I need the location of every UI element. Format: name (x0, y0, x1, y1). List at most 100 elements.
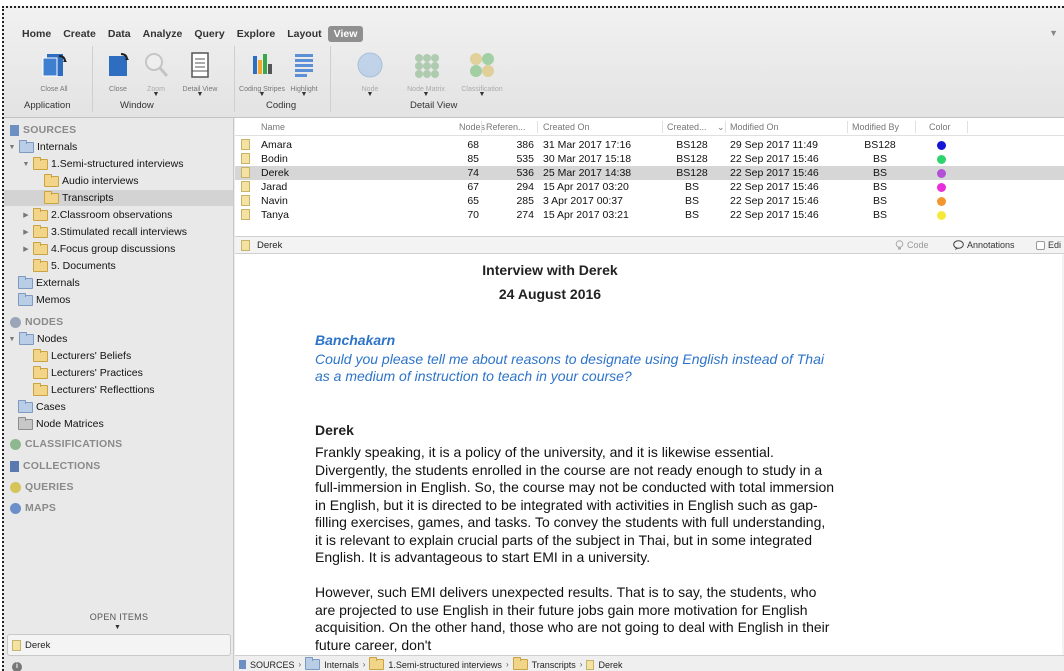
chevron-right-icon: › (505, 660, 509, 669)
tree-item-internals[interactable]: ▼ Internals (8, 139, 77, 155)
cell-modified-on: 22 Sep 2017 15:46 (730, 181, 819, 193)
breadcrumb-semi-structured-interviews[interactable]: 1.Semi-structured interviews (388, 660, 502, 670)
collapsed-triangle-icon[interactable]: ▶ (22, 211, 30, 219)
cell-created-on: 15 Apr 2017 03:20 (543, 181, 629, 193)
ribbon-collapse-icon[interactable]: ▼ (1049, 28, 1058, 38)
document-viewer[interactable]: Interview with Derek 24 August 2016 Banc… (235, 254, 1064, 655)
collections-icon (10, 460, 19, 472)
cell-modified-on: 22 Sep 2017 15:46 (730, 167, 819, 179)
interview-question: Could you please tell me about reasons t… (315, 351, 824, 384)
detail-view-button[interactable]: Detail View ▼ (174, 50, 226, 98)
column-header-modified-on[interactable]: Modified On (730, 122, 779, 132)
document-tab-title: Derek (257, 240, 283, 251)
classifications-section-header[interactable]: CLASSIFICATIONS (10, 438, 122, 450)
collapsed-triangle-icon[interactable]: ▶ (22, 245, 30, 253)
document-icon (241, 195, 250, 206)
info-icon[interactable]: i (12, 662, 22, 671)
sort-chevron-icon[interactable]: ⌄ (717, 122, 725, 133)
tab-create[interactable]: Create (57, 26, 102, 42)
annotations-button[interactable]: Annotations (953, 240, 1015, 250)
folder-icon (18, 292, 33, 306)
breadcrumb-transcripts[interactable]: Transcripts (532, 660, 576, 670)
group-window-label: Window (120, 100, 154, 111)
folder-icon (44, 173, 59, 187)
cell-modified-by: BS (872, 195, 887, 207)
collections-section-header[interactable]: COLLECTIONS (10, 460, 100, 472)
edit-checkbox[interactable]: Edi (1036, 240, 1061, 250)
tab-home[interactable]: Home (16, 26, 57, 42)
tree-item-semi-structured-interviews[interactable]: ▼ 1.Semi-structured interviews (22, 156, 183, 172)
tree-item-lecturers-beliefs[interactable]: Lecturers' Beliefs (33, 348, 131, 364)
tree-item-classroom-observations[interactable]: ▶ 2.Classroom observations (22, 207, 172, 223)
column-header-created-on[interactable]: Created On (543, 122, 590, 132)
tree-item-nodes[interactable]: ▼ Nodes (8, 331, 67, 347)
tree-item-lecturers-reflections[interactable]: Lecturers' Reflecttions (33, 382, 155, 398)
cell-references: 294 (516, 181, 534, 193)
color-dot (937, 155, 946, 164)
tab-explore[interactable]: Explore (231, 26, 282, 42)
tab-view[interactable]: View (327, 26, 364, 42)
node-matrix-button[interactable]: Node Matrix ▼ (400, 50, 452, 98)
nodes-section-header[interactable]: NODES (10, 316, 63, 328)
speech-bubble-icon (953, 240, 964, 250)
tree-item-externals[interactable]: Externals (18, 275, 80, 291)
breadcrumb: SOURCES › Internals › 1.Semi-structured … (235, 655, 1064, 671)
sources-list: Name Nodes Referen... Created On Created… (235, 118, 1064, 236)
tree-item-focus-group-discussions[interactable]: ▶ 4.Focus group discussions (22, 241, 175, 257)
table-row[interactable]: Navin 65 285 3 Apr 2017 00:37 BS 22 Sep 2017 … (235, 194, 1064, 208)
open-item-derek[interactable]: Derek (7, 634, 231, 656)
tree-item-cases[interactable]: Cases (18, 399, 66, 415)
queries-section-header[interactable]: QUERIES (10, 481, 74, 493)
close-all-button[interactable]: Close All (28, 50, 80, 93)
node-button[interactable]: Node ▼ (344, 50, 396, 98)
code-button[interactable]: Code (895, 240, 929, 250)
table-row[interactable]: Amara 68 386 31 Mar 2017 17:16 BS128 29 Sep 2… (235, 138, 1064, 152)
tree-item-documents[interactable]: 5. Documents (33, 258, 116, 274)
column-header-created-by[interactable]: Created... (667, 122, 707, 132)
breadcrumb-derek[interactable]: Derek (598, 660, 622, 670)
column-header-modified-by[interactable]: Modified By (852, 122, 899, 132)
table-row[interactable]: Derek 74 536 25 Mar 2017 14:38 BS128 22 Sep 2… (235, 166, 1064, 180)
expand-triangle-icon[interactable]: ▼ (8, 336, 16, 343)
table-row[interactable]: Bodin 85 535 30 Mar 2017 15:18 BS128 22 Sep 2… (235, 152, 1064, 166)
tree-item-lecturers-practices[interactable]: Lecturers' Practices (33, 365, 143, 381)
tab-analyze[interactable]: Analyze (137, 26, 189, 42)
tree-item-node-matrices[interactable]: Node Matrices (18, 416, 104, 432)
coding-stripes-icon (253, 54, 272, 74)
open-items-toggle-icon[interactable]: ▼ (114, 624, 121, 631)
expand-triangle-icon[interactable]: ▼ (22, 161, 30, 168)
tab-query[interactable]: Query (188, 26, 230, 42)
table-row[interactable]: Jarad 67 294 15 Apr 2017 03:20 BS 22 Sep 2017… (235, 180, 1064, 194)
table-row[interactable]: Tanya 70 274 15 Apr 2017 03:21 BS 22 Sep 2017… (235, 208, 1064, 222)
folder-icon (18, 399, 33, 413)
cell-created-by: BS128 (676, 153, 708, 165)
column-header-color[interactable]: Color (929, 122, 951, 132)
column-header-references[interactable]: Referen... (486, 122, 526, 132)
tab-data[interactable]: Data (102, 26, 137, 42)
breadcrumb-internals[interactable]: Internals (324, 660, 359, 670)
color-dot (937, 183, 946, 192)
tab-layout[interactable]: Layout (281, 26, 327, 42)
breadcrumb-sources[interactable]: SOURCES (250, 660, 295, 670)
tree-item-audio-interviews[interactable]: Audio interviews (44, 173, 138, 189)
expand-triangle-icon[interactable]: ▼ (8, 144, 16, 151)
tree-item-memos[interactable]: Memos (18, 292, 70, 308)
tree-item-transcripts[interactable]: Transcripts (4, 190, 233, 206)
collapsed-triangle-icon[interactable]: ▶ (22, 228, 30, 236)
folder-icon (18, 416, 33, 430)
color-dot (937, 141, 946, 150)
column-header-name[interactable]: Name (261, 122, 285, 132)
sources-section-header[interactable]: SOURCES (10, 124, 76, 136)
magnifier-icon (145, 53, 169, 77)
checkbox-icon[interactable] (1036, 240, 1045, 250)
cell-created-by: BS128 (676, 139, 708, 151)
group-coding-label: Coding (266, 100, 297, 111)
cell-created-by: BS128 (676, 167, 708, 179)
highlight-button[interactable]: Highlight ▼ (278, 50, 330, 98)
maps-section-header[interactable]: MAPS (10, 502, 56, 514)
classification-button[interactable]: Classification ▼ (456, 50, 508, 98)
detail-view-icon (191, 52, 209, 78)
tree-item-stimulated-recall-interviews[interactable]: ▶ 3.Stimulated recall interviews (22, 224, 187, 240)
node-matrix-icon (415, 54, 439, 78)
chevron-right-icon: › (579, 660, 583, 669)
